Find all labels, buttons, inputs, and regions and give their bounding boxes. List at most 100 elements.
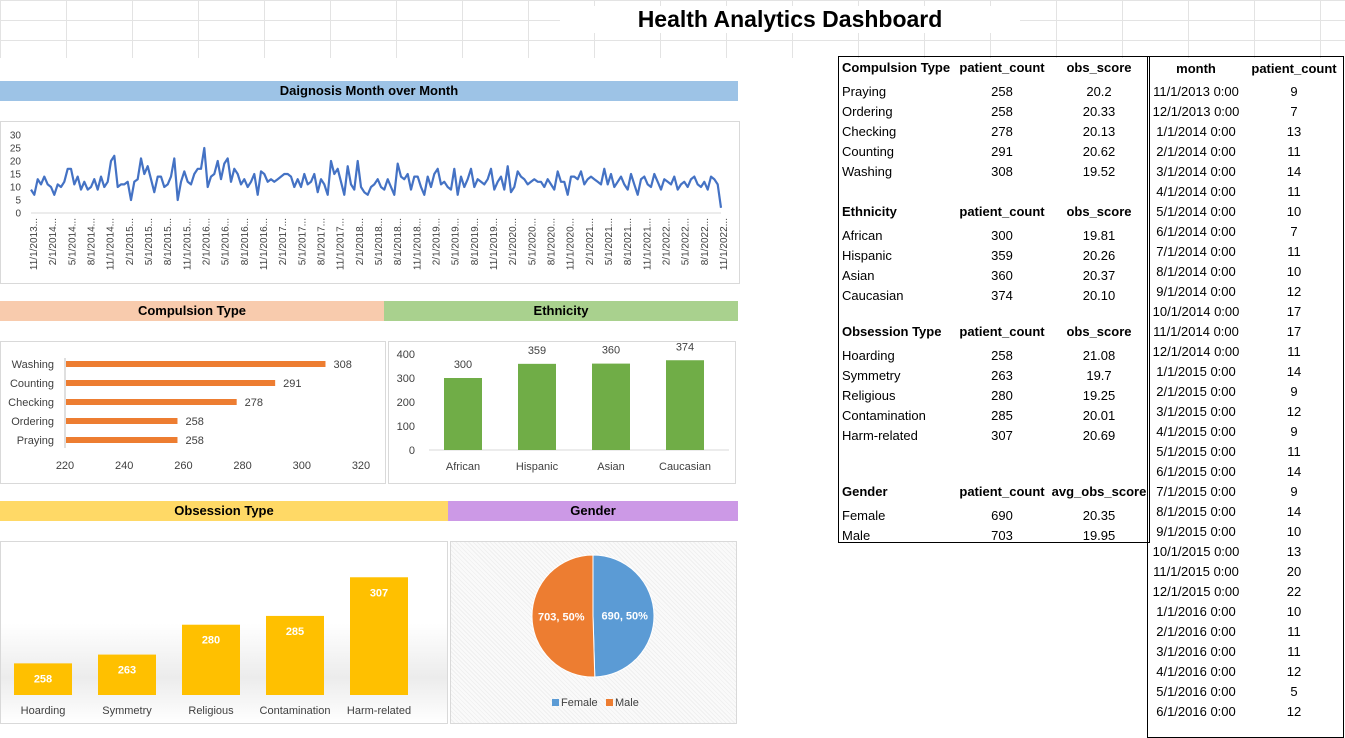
x-tick-label: 2/1/2020... [508, 218, 519, 265]
table-row: Ordering25820.33 [842, 102, 1148, 122]
category-label: Symmetry [102, 705, 152, 717]
x-tick-label: 2/1/2018... [355, 218, 366, 265]
month-row: 8/1/2014 0:0010 [1148, 262, 1342, 282]
category-label: African [446, 461, 480, 473]
table-cell: 17 [1234, 302, 1345, 322]
x-tick-label: 5/1/2022... [681, 218, 692, 265]
bar [66, 399, 237, 405]
table-row: Contamination28520.01 [842, 406, 1148, 426]
month-row: 5/1/2015 0:0011 [1148, 442, 1342, 462]
table-cell: 11 [1234, 242, 1345, 262]
x-tick-label: 8/1/2015... [163, 218, 174, 265]
month-row: 6/1/2014 0:007 [1148, 222, 1342, 242]
table-cell: 5 [1234, 682, 1345, 702]
table-cell: Counting [842, 142, 894, 162]
x-tick-label: 300 [293, 460, 311, 472]
table-cell: Hispanic [842, 246, 892, 266]
table-cell: Gender [842, 482, 888, 502]
month-row: 11/1/2015 0:0020 [1148, 562, 1342, 582]
table-cell: 10 [1234, 602, 1345, 622]
legend-label: Male [615, 697, 639, 709]
month-row: 4/1/2015 0:009 [1148, 422, 1342, 442]
table-cell: 14 [1234, 462, 1345, 482]
x-tick-label: 11/1/2020... [566, 218, 577, 270]
table-row: Male70319.95 [842, 526, 1148, 546]
y-tick-label: 400 [397, 349, 415, 361]
x-tick-label: 2/1/2019... [432, 218, 443, 265]
table-cell: 11 [1234, 182, 1345, 202]
month-row: 3/1/2016 0:0011 [1148, 642, 1342, 662]
bar [444, 378, 482, 450]
compulsion-bar-svg: Washing308Counting291Checking278Ordering… [1, 342, 385, 483]
table-cell: 20 [1234, 562, 1345, 582]
month-row: 6/1/2015 0:0014 [1148, 462, 1342, 482]
obsession-bar-chart[interactable]: 258Hoarding263Symmetry280Religious285Con… [0, 541, 448, 724]
month-row: 9/1/2015 0:0010 [1148, 522, 1342, 542]
month-row: 3/1/2014 0:0014 [1148, 162, 1342, 182]
legend-swatch [606, 699, 613, 706]
x-tick-label: 11/1/2013... [29, 218, 40, 270]
table-cell: 7 [1234, 222, 1345, 242]
monthly-line-chart[interactable]: 30252015105011/1/2013...2/1/2014...5/1/2… [0, 121, 740, 284]
month-row: 9/1/2014 0:0012 [1148, 282, 1342, 302]
month-row: 1/1/2016 0:0010 [1148, 602, 1342, 622]
x-tick-label: 220 [56, 460, 74, 472]
month-row: 10/1/2015 0:0013 [1148, 542, 1342, 562]
gender-pie-chart[interactable]: 690, 50%703, 50%FemaleMale [450, 541, 737, 724]
month-row: 1/1/2015 0:0014 [1148, 362, 1342, 382]
bar [66, 437, 177, 443]
table-cell: Checking [842, 122, 896, 142]
category-label: Religious [188, 705, 234, 717]
table-cell: 14 [1234, 502, 1345, 522]
table-cell: 9 [1234, 82, 1345, 102]
table-cell: 12 [1234, 402, 1345, 422]
table-cell: 12 [1234, 282, 1345, 302]
series-line [31, 148, 721, 208]
table-row: Praying25820.2 [842, 82, 1148, 102]
data-label: 258 [185, 416, 203, 428]
ethnicity-bar-chart[interactable]: 4003002001000300African359Hispanic360Asi… [388, 341, 736, 484]
table-header-row: Compulsion Typepatient_countobs_score [842, 58, 1148, 78]
obsession-band: Obsession Type [0, 501, 448, 521]
y-tick-label: 15 [10, 170, 22, 181]
table-cell: 14 [1234, 162, 1345, 182]
x-tick-label: 2/1/2021... [585, 218, 596, 265]
x-tick-label: 2/1/2014... [48, 218, 59, 265]
ethnicity-bar-svg: 4003002001000300African359Hispanic360Asi… [389, 342, 735, 483]
x-tick-label: 5/1/2017... [297, 218, 308, 265]
slice-label: 703, 50% [538, 611, 585, 623]
table-cell: Symmetry [842, 366, 901, 386]
category-label: Harm-related [347, 705, 411, 717]
table-row: Counting29120.62 [842, 142, 1148, 162]
table-header-row: Ethnicitypatient_countobs_score [842, 202, 1148, 222]
x-tick-label: 280 [233, 460, 251, 472]
y-tick-label: 200 [397, 397, 415, 409]
table-row: Symmetry26319.7 [842, 366, 1148, 386]
table-cell: Asian [842, 266, 875, 286]
gender-band: Gender [448, 501, 738, 521]
table-cell: Washing [842, 162, 892, 182]
table-cell: Compulsion Type [842, 58, 950, 78]
data-label: 359 [528, 345, 546, 357]
y-tick-label: 30 [10, 131, 22, 142]
table-row: Female69020.35 [842, 506, 1148, 526]
x-tick-label: 5/1/2015... [144, 218, 155, 265]
x-tick-label: 2/1/2022... [662, 218, 673, 265]
x-tick-label: 11/1/2021... [642, 218, 653, 270]
table-cell: 9 [1234, 382, 1345, 402]
table-cell: 11 [1234, 442, 1345, 462]
compulsion-bar-chart[interactable]: Washing308Counting291Checking278Ordering… [0, 341, 386, 484]
legend-swatch [552, 699, 559, 706]
month-row: 7/1/2014 0:0011 [1148, 242, 1342, 262]
category-label: Ordering [11, 416, 54, 428]
table-cell: Obsession Type [842, 322, 941, 342]
table-cell: 10 [1234, 202, 1345, 222]
category-label: Checking [8, 397, 54, 409]
data-label: 307 [370, 587, 388, 599]
x-tick-label: 5/1/2019... [451, 218, 462, 265]
month-row: 12/1/2013 0:007 [1148, 102, 1342, 122]
x-tick-label: 260 [174, 460, 192, 472]
data-label: 258 [185, 435, 203, 447]
category-label: Hoarding [21, 705, 66, 717]
table-cell: 9 [1234, 422, 1345, 442]
